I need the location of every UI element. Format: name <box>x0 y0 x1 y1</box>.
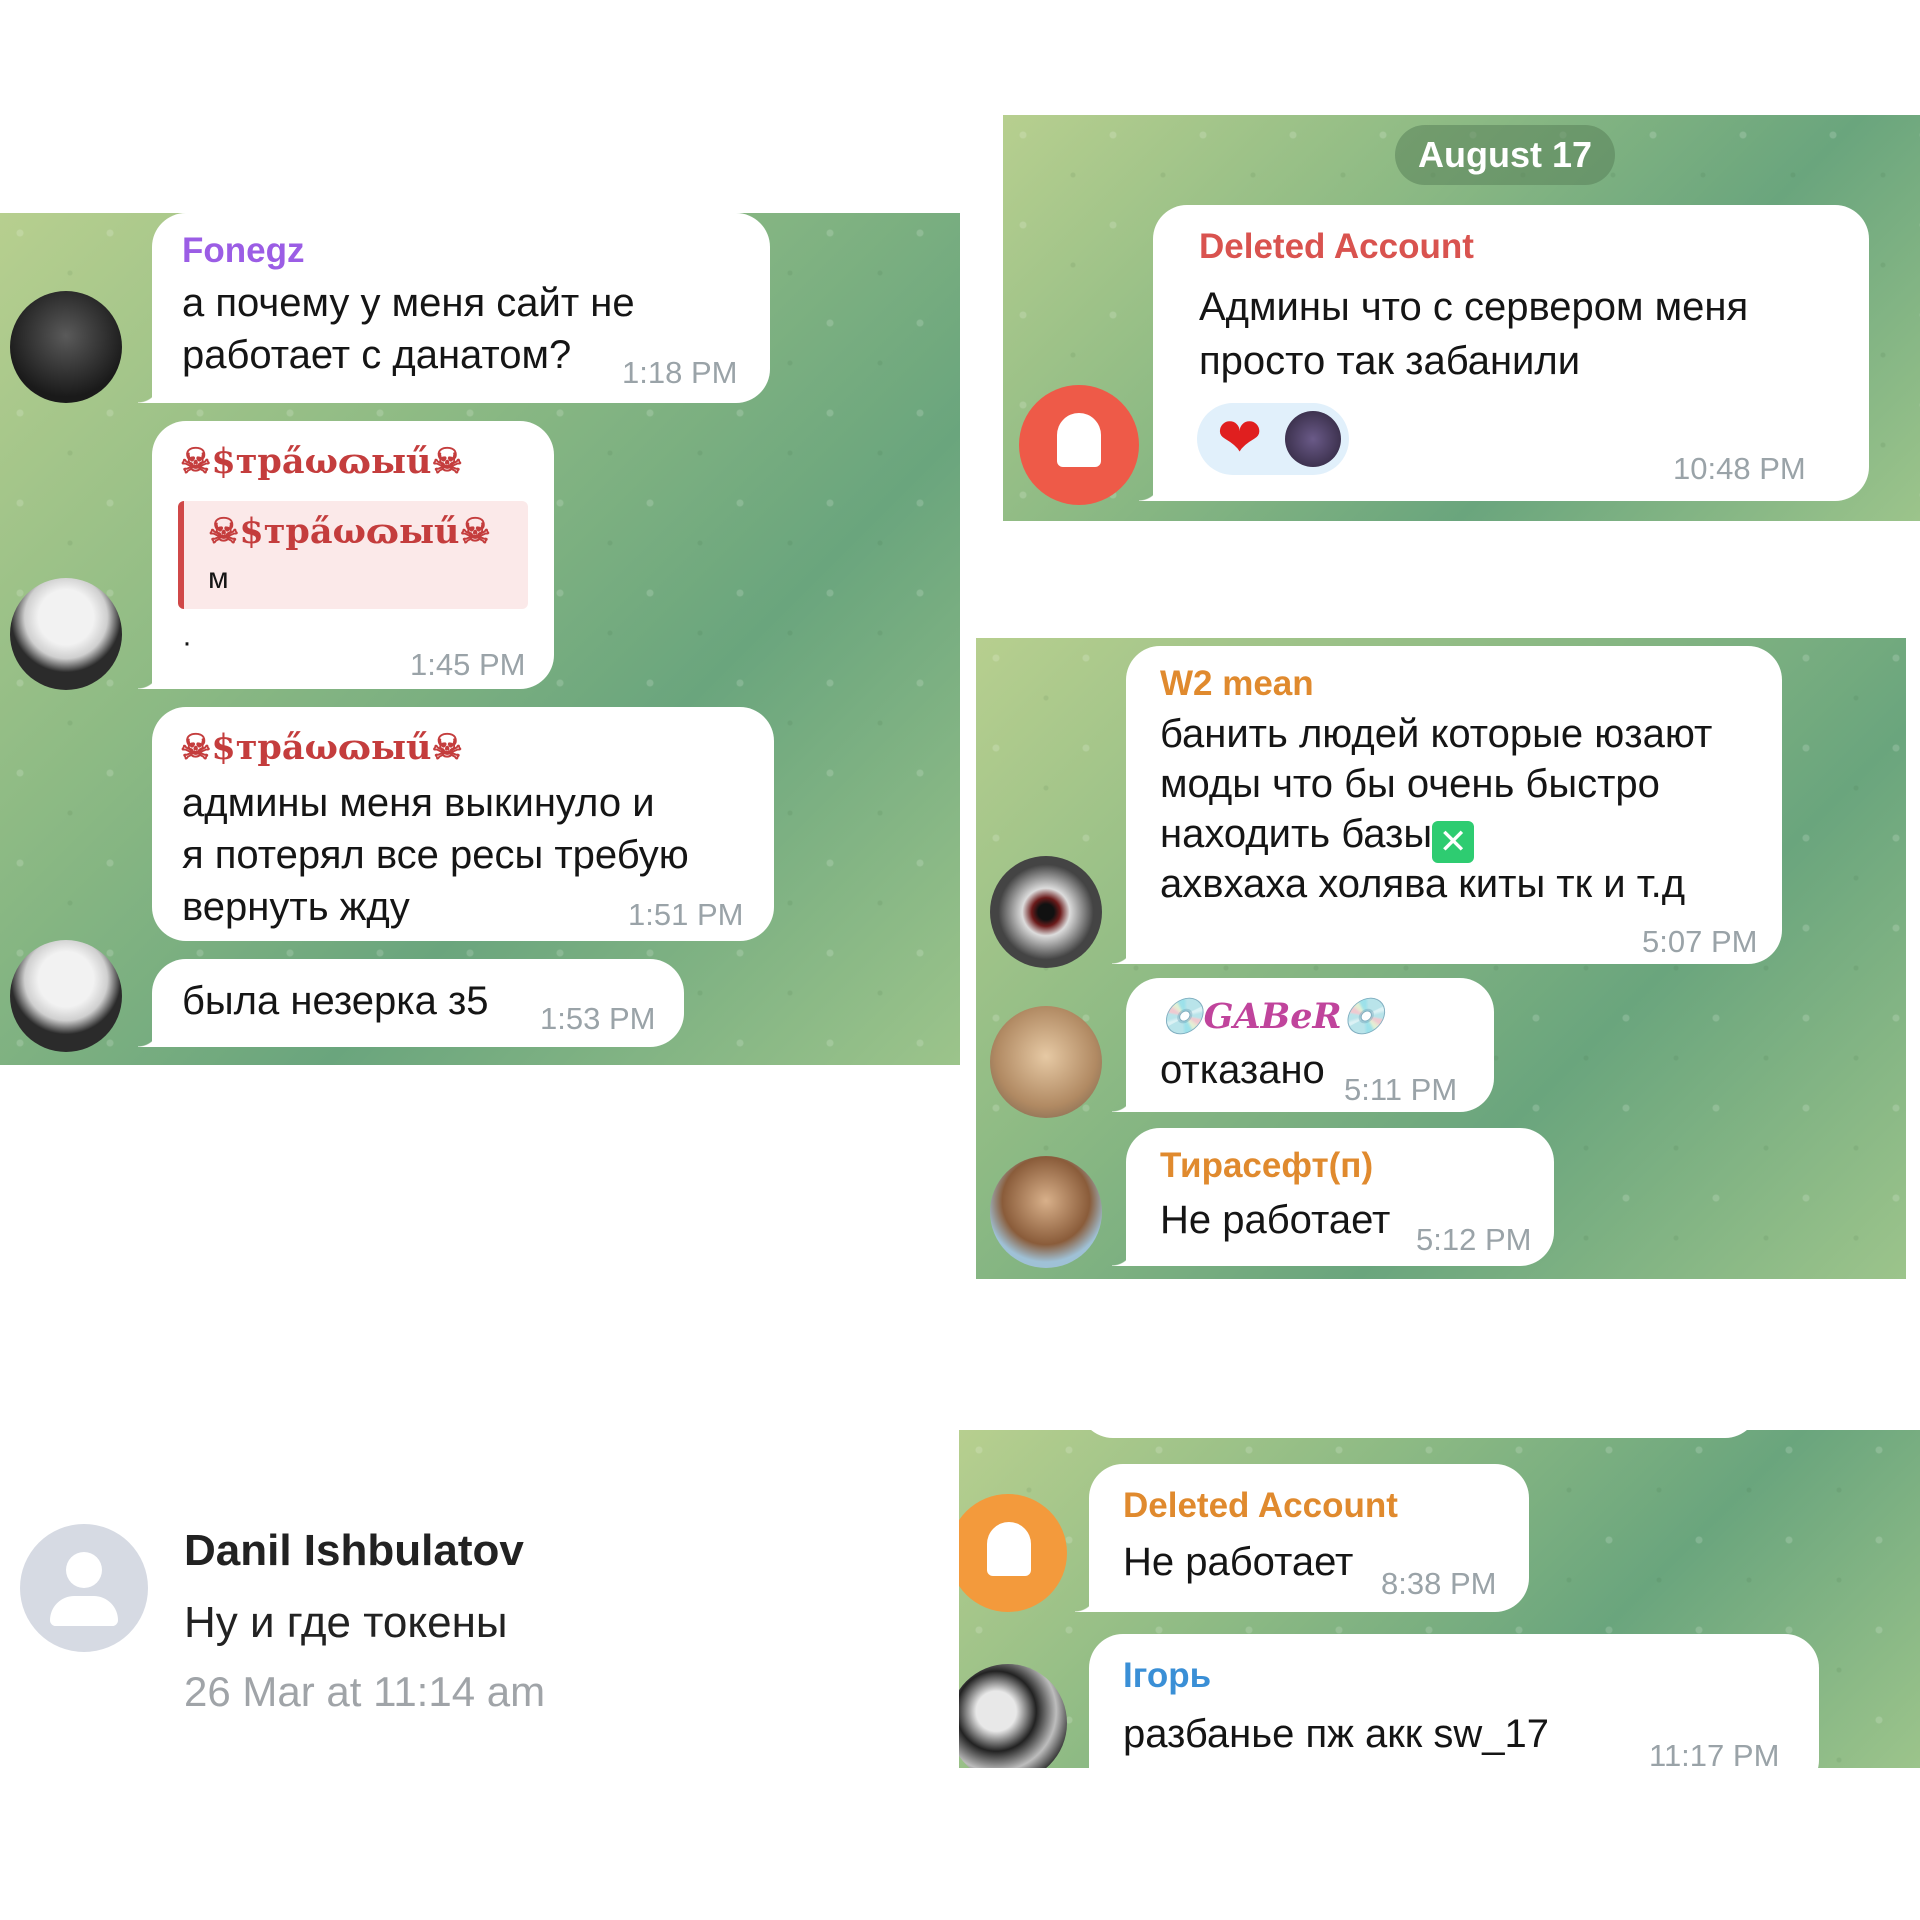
message-text: была незерка з5 <box>182 979 489 1023</box>
user-placeholder-icon[interactable] <box>20 1524 148 1652</box>
sender-name[interactable]: ☠$тpa̋ωɷыű☠ <box>180 727 463 768</box>
reaction-chip[interactable]: ❤ <box>1197 403 1349 475</box>
message-text: работает с данатом? <box>182 333 572 377</box>
message-text: разбанье пж акк sw_17 <box>1123 1712 1549 1756</box>
cross-mark-icon: ✕ <box>1432 821 1475 863</box>
ghost-avatar[interactable] <box>959 1494 1067 1612</box>
ghost-icon <box>1057 413 1101 467</box>
sender-name[interactable]: W2 mean <box>1160 664 1314 704</box>
message-time: 5:11 PM <box>1344 1072 1458 1107</box>
chat-panel-2: August 17 Deleted Account Админы что с с… <box>1003 115 1920 521</box>
message-text: находить базы ✕ <box>1160 808 1475 863</box>
contact-message: Ну и где токены <box>184 1598 508 1647</box>
message-text: ахвхаха холява киты тк и т.д <box>1160 862 1686 906</box>
chat-panel-5: Deleted Account Не работает 8:38 PM Ігор… <box>959 1430 1920 1768</box>
sender-name[interactable]: 💿GABeR💿 <box>1160 996 1385 1037</box>
message-time: 11:17 PM <box>1649 1738 1780 1768</box>
message-bubble <box>1079 1430 1759 1438</box>
sender-name[interactable]: Ігорь <box>1123 1656 1211 1696</box>
sender-name[interactable]: Fonegz <box>182 231 304 271</box>
dark-figure-avatar[interactable] <box>10 291 122 403</box>
chat-panel-1: Fonegz а почему у меня сайт не работает … <box>0 213 960 1065</box>
message-time: 5:12 PM <box>1416 1222 1532 1257</box>
message-bubble[interactable]: Fonegz а почему у меня сайт не работает … <box>138 213 770 403</box>
message-text: вернуть жду <box>182 885 410 929</box>
message-text: моды что бы очень быстро <box>1160 762 1660 806</box>
user-head-shape <box>66 1552 102 1588</box>
message-bubble[interactable]: Ігорь разбанье пж акк sw_17 11:17 PM <box>1089 1634 1819 1768</box>
message-text: я потерял все ресы требую <box>182 833 689 877</box>
message-text: Админы что с сервером меня <box>1199 285 1749 329</box>
ghost-avatar[interactable] <box>1019 385 1139 505</box>
white-hair-avatar[interactable] <box>10 940 122 1052</box>
message-text: банить людей которые юзают <box>1160 712 1713 756</box>
contact-name[interactable]: Danil Ishbulatov <box>184 1526 524 1576</box>
message-bubble[interactable]: Тирасефт(п) Не работает 5:12 PM <box>1112 1128 1554 1266</box>
quote-sender: ☠$тpa̋ωɷыű☠ <box>208 511 491 552</box>
message-bubble[interactable]: Deleted Account Админы что с сервером ме… <box>1139 205 1869 501</box>
sender-name-text: GABeR <box>1203 996 1342 1037</box>
message-text: просто так забанили <box>1199 339 1581 383</box>
eye-avatar[interactable] <box>990 856 1102 968</box>
bw-sketch-avatar[interactable] <box>959 1664 1067 1768</box>
reply-quote[interactable]: ☠$тpa̋ωɷыű☠ м <box>178 501 528 609</box>
reactor-avatar[interactable] <box>1285 411 1341 467</box>
sender-name[interactable]: ☠$тpa̋ωɷыű☠ <box>180 441 463 482</box>
message-text: админы меня выкинуло и <box>182 781 655 825</box>
cd-icon: 💿 <box>1160 996 1204 1037</box>
contact-row[interactable]: Danil Ishbulatov Ну и где токены 26 Mar … <box>0 1500 900 1740</box>
message-bubble[interactable]: W2 mean банить людей которые юзают моды … <box>1112 646 1782 964</box>
message-bubble[interactable]: Deleted Account Не работает 8:38 PM <box>1075 1464 1529 1612</box>
cd-icon: 💿 <box>1341 996 1386 1037</box>
contact-date: 26 Mar at 11:14 am <box>184 1668 546 1715</box>
message-text: Не работает <box>1123 1540 1354 1584</box>
chat-panel-3: W2 mean банить людей которые юзают моды … <box>976 638 1906 1279</box>
anime-avatar[interactable] <box>990 1156 1102 1268</box>
white-hair-avatar[interactable] <box>10 578 122 690</box>
message-time: 1:18 PM <box>622 355 738 390</box>
message-text: отказано <box>1160 1048 1325 1092</box>
message-text-part: находить базы <box>1160 812 1433 856</box>
message-time: 10:48 PM <box>1673 451 1806 486</box>
message-text: а почему у меня сайт не <box>182 281 635 325</box>
message-text: · <box>182 626 192 659</box>
user-body-shape <box>50 1596 118 1626</box>
ghost-icon <box>987 1522 1031 1576</box>
message-time: 1:51 PM <box>628 897 744 932</box>
date-separator: August 17 <box>1395 125 1615 185</box>
message-bubble[interactable]: была незерка з5 1:53 PM <box>138 959 684 1047</box>
message-time: 8:38 PM <box>1381 1566 1497 1601</box>
message-bubble[interactable]: ☠$тpa̋ωɷыű☠ админы меня выкинуло и я пот… <box>152 707 774 941</box>
message-time: 1:45 PM <box>410 647 526 682</box>
cat-avatar[interactable] <box>990 1006 1102 1118</box>
message-text: Не работает <box>1160 1198 1391 1242</box>
heart-icon: ❤ <box>1217 408 1263 468</box>
sender-name[interactable]: Deleted Account <box>1123 1486 1398 1526</box>
message-time: 1:53 PM <box>540 1001 656 1036</box>
sender-name[interactable]: Deleted Account <box>1199 227 1474 267</box>
sender-name[interactable]: Тирасефт(п) <box>1160 1146 1373 1186</box>
message-bubble[interactable]: 💿GABeR💿 отказано 5:11 PM <box>1112 978 1494 1112</box>
quote-text: м <box>208 562 229 595</box>
message-time: 5:07 PM <box>1642 924 1758 959</box>
message-bubble[interactable]: ☠$тpa̋ωɷыű☠ ☠$тpa̋ωɷыű☠ м · 1:45 PM <box>138 421 554 689</box>
